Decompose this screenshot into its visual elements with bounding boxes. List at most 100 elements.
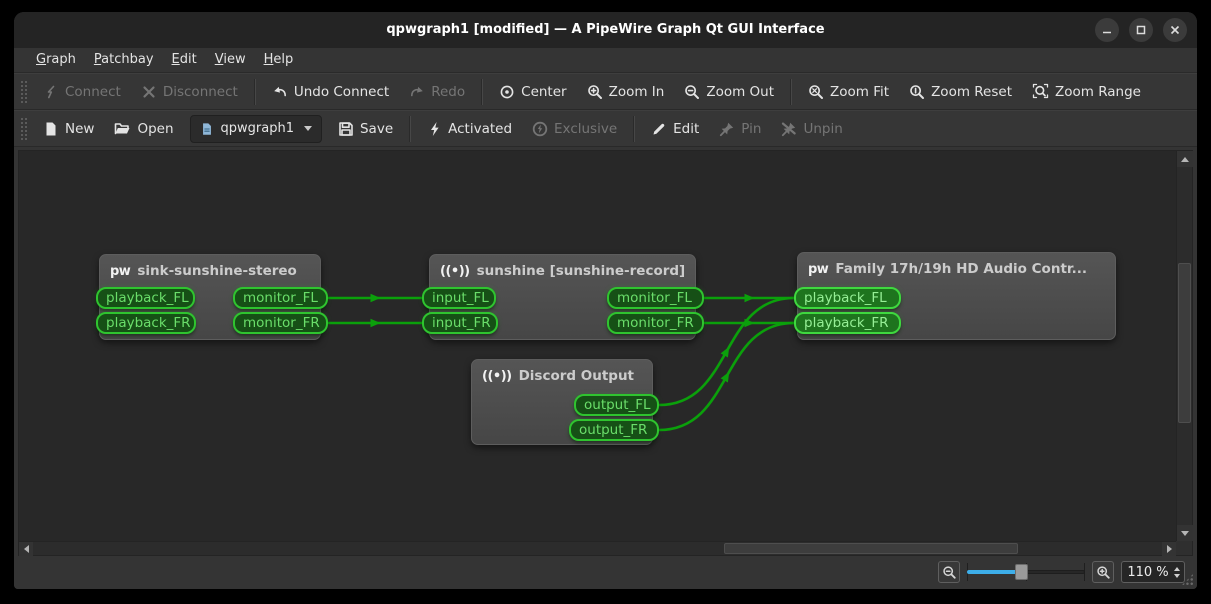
zoom-slider-handle[interactable] — [1015, 564, 1028, 580]
port-playback_FR[interactable]: playback_FR — [794, 312, 901, 334]
open-button[interactable]: Open — [104, 114, 183, 144]
zoom-out-icon — [684, 84, 700, 100]
menu-edit[interactable]: Edit — [163, 48, 206, 73]
connect-button[interactable]: Connect — [33, 77, 131, 107]
connection-arrow-icon — [371, 294, 381, 302]
port-input_FR[interactable]: input_FR — [422, 312, 498, 334]
connection-arrow-icon — [721, 370, 733, 383]
port-input_FL[interactable]: input_FL — [422, 287, 496, 309]
vertical-scrollbar-thumb[interactable] — [1178, 263, 1191, 423]
maximize-icon — [1135, 24, 1147, 36]
close-icon — [1169, 24, 1181, 36]
center-button[interactable]: Center — [489, 77, 576, 107]
spin-up-button[interactable] — [1174, 567, 1180, 571]
toolbar-separator — [481, 79, 483, 105]
zoom-in-icon — [587, 84, 603, 100]
window-title: qpwgraph1 [modified] — A PipeWire Graph … — [14, 12, 1197, 48]
titlebar[interactable]: qpwgraph1 [modified] — A PipeWire Graph … — [14, 12, 1197, 48]
minimize-button[interactable] — [1095, 18, 1119, 42]
app-window: qpwgraph1 [modified] — A PipeWire Graph … — [14, 12, 1197, 589]
triangle-left-icon — [24, 545, 29, 553]
open-folder-icon — [114, 121, 131, 137]
zoom-range-button[interactable]: Zoom Range — [1022, 77, 1151, 107]
zoom-percent-value: 110 % — [1122, 565, 1174, 580]
vertical-scrollbar[interactable] — [1176, 151, 1192, 541]
zoom-slider-fill — [967, 570, 1021, 574]
exclusive-button[interactable]: Exclusive — [522, 114, 627, 144]
close-button[interactable] — [1163, 18, 1187, 42]
graph-viewport[interactable]: pwsink-sunshine-stereo((•))sunshine [sun… — [19, 151, 1176, 541]
activated-icon — [427, 121, 442, 137]
connection-wires — [19, 151, 1176, 541]
toolbar-separator — [254, 79, 256, 105]
scroll-left-button[interactable] — [19, 542, 33, 556]
spin-down-button[interactable] — [1174, 574, 1180, 578]
toolbar-separator — [790, 79, 792, 105]
port-monitor_FR[interactable]: monitor_FR — [233, 312, 328, 334]
save-icon — [338, 121, 354, 137]
edit-button[interactable]: Edit — [641, 114, 709, 144]
port-monitor_FR[interactable]: monitor_FR — [607, 312, 704, 334]
toolbar-drag-handle[interactable] — [20, 80, 27, 104]
zoom-in-icon — [1096, 565, 1111, 580]
zoom-slider[interactable] — [967, 561, 1085, 583]
port-output_FL[interactable]: output_FL — [574, 394, 659, 416]
redo-button[interactable]: Redo — [399, 77, 475, 107]
menu-graph[interactable]: Graph — [27, 48, 85, 73]
scrollbar-corner — [1176, 541, 1192, 555]
port-playback_FR[interactable]: playback_FR — [96, 312, 196, 334]
statusbar-zoom-in-button[interactable] — [1092, 561, 1114, 583]
port-output_FR[interactable]: output_FR — [569, 419, 659, 441]
patchbay-toolbar: New Open qpwgraph1 Save Activated Exclus… — [14, 110, 1197, 147]
save-button[interactable]: Save — [328, 114, 403, 144]
horizontal-scrollbar[interactable] — [19, 541, 1176, 555]
port-playback_FL[interactable]: playback_FL — [794, 287, 901, 309]
port-monitor_FL[interactable]: monitor_FL — [233, 287, 328, 309]
triangle-down-icon — [1181, 531, 1189, 536]
toolbar-drag-handle[interactable] — [20, 117, 27, 141]
menubar: Graph Patchbay Edit View Help — [14, 48, 1197, 73]
zoom-reset-button[interactable]: Zoom Reset — [899, 77, 1022, 107]
new-button[interactable]: New — [33, 114, 104, 144]
connection-arrow-icon — [371, 319, 381, 327]
connection-arrow-icon — [721, 345, 733, 358]
zoom-out-icon — [942, 565, 957, 580]
undo-connect-button[interactable]: Undo Connect — [262, 77, 399, 107]
zoom-in-button[interactable]: Zoom In — [577, 77, 675, 107]
port-monitor_FL[interactable]: monitor_FL — [607, 287, 704, 309]
statusbar: 110 % — [14, 556, 1197, 589]
maximize-button[interactable] — [1129, 18, 1153, 42]
pin-button[interactable]: Pin — [709, 114, 771, 144]
zoom-fit-icon — [808, 84, 824, 100]
menu-view[interactable]: View — [206, 48, 255, 73]
chevron-down-icon — [304, 126, 312, 131]
horizontal-scrollbar-thumb[interactable] — [724, 543, 1018, 554]
disconnect-icon — [141, 84, 157, 100]
menu-help[interactable]: Help — [255, 48, 303, 73]
port-playback_FL[interactable]: playback_FL — [96, 287, 195, 309]
zoom-range-icon — [1032, 83, 1049, 100]
minimize-icon — [1101, 24, 1113, 36]
patchbay-select-value: qpwgraph1 — [221, 121, 294, 136]
toolbar-separator — [409, 116, 411, 142]
scroll-down-button[interactable] — [1177, 525, 1193, 541]
disconnect-button[interactable]: Disconnect — [131, 77, 248, 107]
scroll-right-button[interactable] — [1162, 542, 1176, 556]
zoom-percent-spinbox[interactable]: 110 % — [1121, 561, 1185, 583]
graph-toolbar: Connect Disconnect Undo Connect Redo Cen… — [14, 73, 1197, 110]
zoom-out-button[interactable]: Zoom Out — [674, 77, 784, 107]
menu-patchbay[interactable]: Patchbay — [85, 48, 163, 73]
statusbar-zoom-out-button[interactable] — [938, 561, 960, 583]
activated-button[interactable]: Activated — [417, 114, 522, 144]
patchbay-select[interactable]: qpwgraph1 — [190, 115, 322, 143]
patchbay-file-icon — [200, 122, 214, 136]
zoom-fit-button[interactable]: Zoom Fit — [798, 77, 899, 107]
connection-arrow-icon — [745, 294, 755, 302]
redo-icon — [409, 84, 425, 100]
unpin-button[interactable]: Unpin — [771, 114, 852, 144]
scroll-up-button[interactable] — [1177, 151, 1193, 167]
undo-icon — [272, 84, 288, 100]
center-icon — [499, 84, 515, 100]
graph-canvas[interactable]: pwsink-sunshine-stereo((•))sunshine [sun… — [18, 150, 1193, 556]
exclusive-icon — [532, 121, 548, 137]
